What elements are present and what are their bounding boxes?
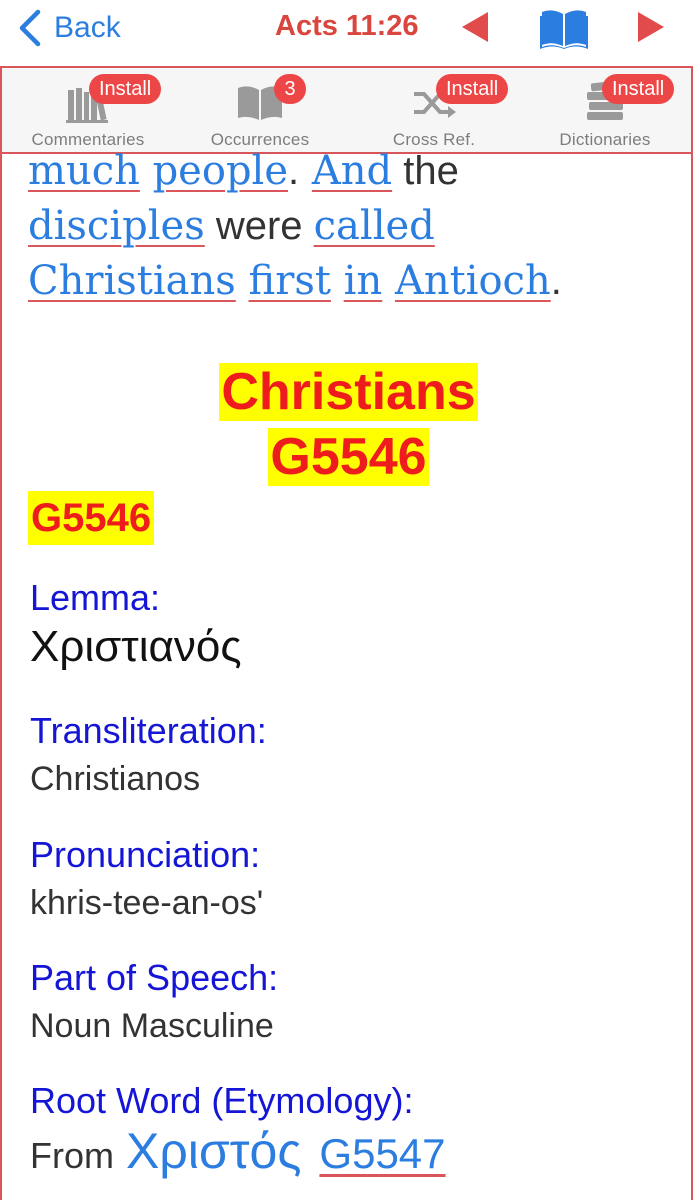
root-strongs-link[interactable]: G5547	[319, 1130, 445, 1178]
tool-dictionaries[interactable]: Install Dictionaries	[519, 68, 691, 152]
root-word-label: Root Word (Etymology):	[30, 1080, 414, 1121]
heading-word-text: Christians	[219, 363, 478, 421]
content-pane: much people. And the disciples were call…	[0, 152, 693, 1200]
strongs-code: G5546	[28, 491, 155, 545]
part-of-speech-label: Part of Speech:	[30, 957, 279, 998]
heading-code-text: G5546	[268, 428, 429, 486]
verse-punctuation: .	[550, 259, 562, 303]
back-label: Back	[54, 11, 121, 44]
tool-cross-ref[interactable]: Install Cross Ref.	[348, 68, 520, 152]
verse-word-link[interactable]: called	[314, 203, 435, 249]
verse-word-link[interactable]: much	[28, 152, 140, 194]
tool-label: Commentaries	[31, 130, 145, 149]
lemma-value: Χριστιανός	[30, 622, 242, 671]
root-greek-word-link[interactable]: Χριστός	[126, 1122, 301, 1180]
root-from-text: From	[30, 1135, 114, 1176]
count-badge: 3	[274, 74, 306, 104]
verse-word-link[interactable]: people	[153, 152, 288, 194]
verse-word-link[interactable]: disciples	[28, 203, 205, 249]
tool-label: Occurrences	[210, 130, 310, 149]
verse-word-link[interactable]: And	[312, 152, 392, 194]
chevron-left-icon	[19, 9, 41, 47]
navigation-bar: Back Acts 11:26	[0, 0, 693, 66]
verse-word-link[interactable]: first	[249, 258, 331, 304]
pronunciation-value: khris-tee-an-os'	[30, 884, 264, 922]
tool-label: Dictionaries	[559, 130, 651, 149]
root-word-value: From Χριστός G5547	[30, 1122, 446, 1180]
transliteration-label: Transliteration:	[30, 710, 267, 751]
verse-word-link[interactable]: Christians	[28, 258, 236, 304]
verse-reference[interactable]: Acts 11:26	[275, 10, 419, 43]
tool-commentaries[interactable]: Install Commentaries	[2, 68, 174, 152]
open-book-icon[interactable]	[540, 8, 588, 50]
part-of-speech-value: Noun Masculine	[30, 1007, 274, 1045]
verse-punctuation: .	[288, 152, 300, 193]
tool-occurrences[interactable]: 3 Occurrences	[174, 68, 346, 152]
install-badge: Install	[89, 74, 162, 104]
back-button[interactable]: Back	[14, 8, 121, 48]
pronunciation-label: Pronunciation:	[30, 834, 261, 875]
transliteration-value: Christianos	[30, 760, 201, 798]
resource-toolbar: Install Commentaries 3 Occurrences Insta…	[0, 66, 693, 154]
verse-plain-text: were	[204, 204, 314, 248]
verse-plain-text: the	[392, 152, 459, 193]
previous-verse-icon[interactable]	[460, 10, 490, 44]
verse-word-link[interactable]: in	[344, 258, 383, 304]
install-badge: Install	[436, 74, 509, 104]
verse-text: much people. And the disciples were call…	[28, 152, 678, 309]
entry-heading-word: Christians	[2, 362, 691, 422]
lemma-label: Lemma:	[30, 577, 161, 618]
next-verse-icon[interactable]	[636, 10, 666, 44]
entry-heading-code: G5546	[2, 427, 691, 487]
verse-word-link[interactable]: Antioch	[395, 258, 551, 304]
install-badge: Install	[602, 74, 675, 104]
tool-label: Cross Ref.	[392, 130, 476, 149]
